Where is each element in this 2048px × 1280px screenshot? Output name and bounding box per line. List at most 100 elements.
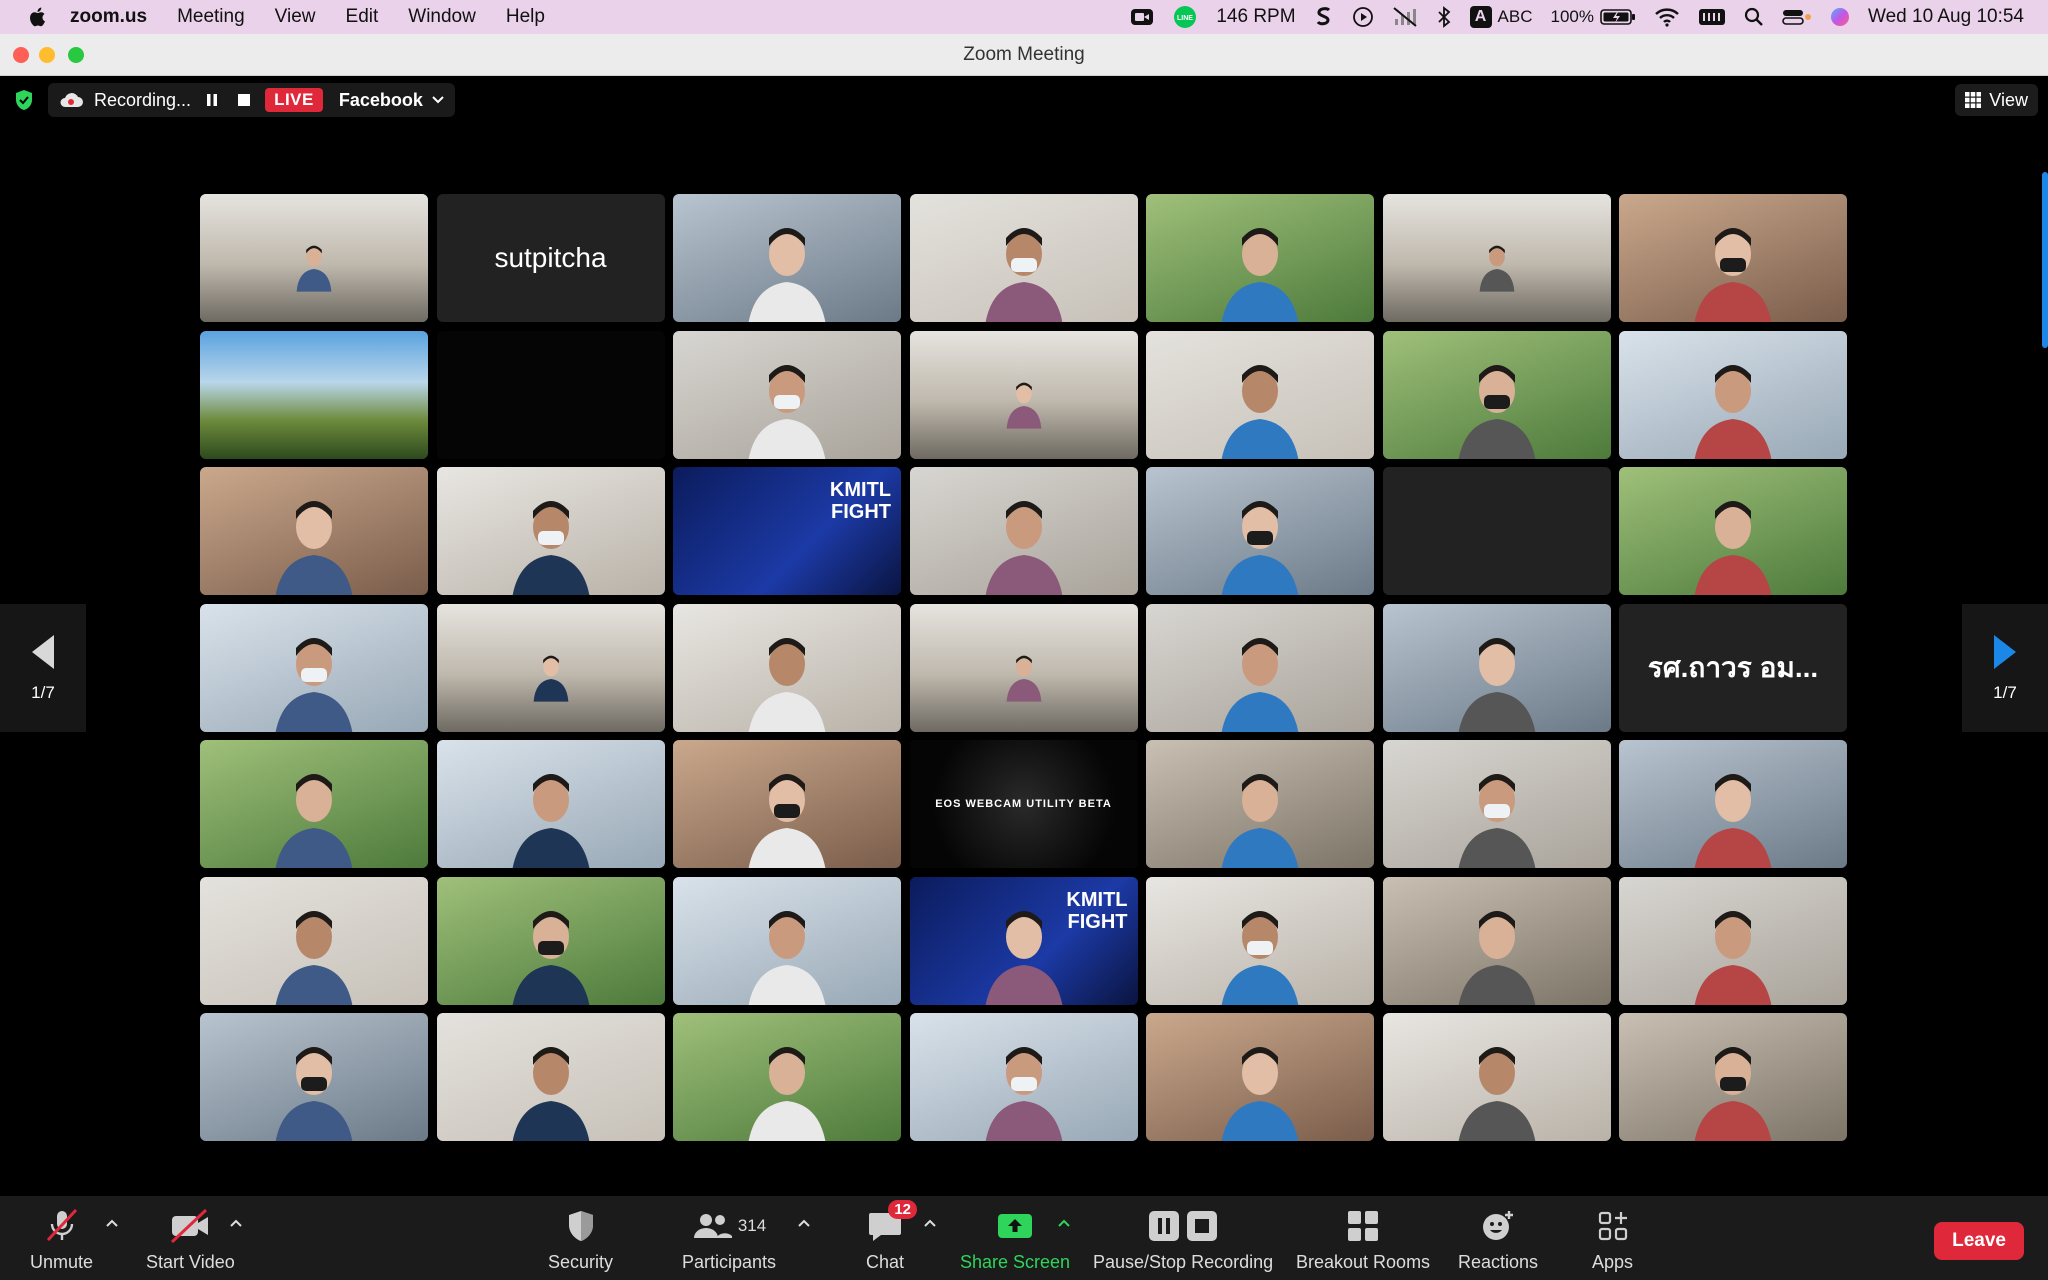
participant-video-tile[interactable] — [436, 740, 665, 868]
participant-video-tile[interactable] — [1382, 876, 1611, 1005]
wifi-icon[interactable] — [1654, 7, 1680, 27]
app-menu-zoom[interactable]: zoom.us — [70, 6, 147, 28]
share-screen-button[interactable]: Share Screen — [960, 1206, 1070, 1273]
participant-video-tile[interactable] — [909, 467, 1138, 595]
participant-video-tile[interactable] — [909, 330, 1138, 459]
chat-button[interactable]: 12 Chat — [866, 1200, 918, 1273]
menubar-clock[interactable]: Wed 10 Aug 10:54 — [1868, 6, 2024, 28]
participant-video-tile[interactable] — [1146, 194, 1374, 322]
participant-video-tile[interactable] — [436, 603, 665, 732]
minimize-window-button[interactable] — [39, 47, 55, 63]
participant-video-tile[interactable] — [1382, 1013, 1611, 1141]
participant-video-tile[interactable] — [200, 194, 428, 322]
participant-video-tile[interactable] — [200, 876, 428, 1005]
encryption-shield-icon[interactable] — [14, 89, 34, 111]
participant-video-tile[interactable] — [1619, 467, 1847, 595]
input-source-menu[interactable]: A ABC — [1469, 6, 1533, 28]
participant-video-tile[interactable] — [436, 330, 665, 459]
start-video-button[interactable]: Start Video — [146, 1206, 235, 1273]
live-badge[interactable]: LIVE — [265, 88, 323, 112]
participant-video-tile[interactable] — [1146, 1013, 1374, 1141]
participant-video-tile[interactable]: sutpitcha — [436, 194, 665, 322]
participant-video-tile[interactable] — [1619, 194, 1847, 322]
participant-video-tile[interactable] — [673, 740, 901, 868]
participant-video-tile[interactable]: EOS WEBCAM UTILITY BETA — [909, 740, 1138, 868]
scrobble-s-icon[interactable] — [1314, 6, 1334, 28]
pause-recording-button[interactable] — [201, 89, 223, 111]
participant-video-tile[interactable] — [436, 467, 665, 595]
participant-video-tile[interactable] — [200, 740, 428, 868]
participant-video-tile[interactable] — [1382, 740, 1611, 868]
keyboard-brightness-icon[interactable] — [1698, 7, 1726, 27]
fullscreen-window-button[interactable] — [68, 47, 84, 63]
participant-video-tile[interactable] — [909, 1013, 1138, 1141]
side-panel-handle[interactable] — [2042, 172, 2048, 348]
control-center-icon[interactable] — [1782, 7, 1812, 27]
breakout-rooms-button[interactable]: Breakout Rooms — [1296, 1206, 1430, 1273]
participants-button[interactable]: 314 Participants — [682, 1206, 776, 1273]
menu-help[interactable]: Help — [506, 6, 545, 28]
menu-meeting[interactable]: Meeting — [177, 6, 245, 28]
participant-video-tile[interactable] — [1382, 330, 1611, 459]
participant-video-tile[interactable] — [1146, 740, 1374, 868]
apple-icon[interactable] — [26, 5, 50, 29]
live-stream-target-dropdown[interactable]: Facebook — [339, 90, 445, 111]
play-circle-icon[interactable] — [1352, 6, 1374, 28]
participant-video-tile[interactable]: KMITL FIGHT — [673, 467, 901, 595]
participant-video-tile[interactable]: รศ.ถาวร อม... — [1619, 603, 1847, 732]
participant-video-tile[interactable] — [909, 603, 1138, 732]
video-options-caret-icon[interactable] — [228, 1216, 244, 1232]
share-options-caret-icon[interactable] — [1056, 1216, 1072, 1232]
video-camera-off-icon — [171, 1208, 209, 1244]
participant-video-tile[interactable] — [1619, 876, 1847, 1005]
participant-video-tile[interactable] — [436, 876, 665, 1005]
leave-button[interactable]: Leave — [1934, 1222, 2024, 1260]
battery-status[interactable]: 100% — [1551, 7, 1636, 27]
participant-video-tile[interactable] — [1619, 1013, 1847, 1141]
participant-video-tile[interactable] — [200, 467, 428, 595]
participant-video-tile[interactable] — [673, 194, 901, 322]
chat-options-caret-icon[interactable] — [922, 1216, 938, 1232]
participant-video-tile[interactable] — [1619, 740, 1847, 868]
siri-icon[interactable] — [1830, 7, 1850, 27]
zoom-video-status-icon[interactable] — [1130, 7, 1154, 27]
bluetooth-icon[interactable] — [1436, 6, 1452, 28]
line-app-icon[interactable]: LINE — [1172, 5, 1198, 29]
stop-recording-button[interactable] — [233, 89, 255, 111]
participant-video-tile[interactable] — [1382, 603, 1611, 732]
menu-window[interactable]: Window — [408, 6, 476, 28]
participant-video-tile[interactable] — [1146, 603, 1374, 732]
participant-video-tile[interactable] — [1619, 330, 1847, 459]
reactions-button[interactable]: Reactions — [1458, 1206, 1538, 1273]
previous-page-button[interactable]: 1/7 — [0, 604, 86, 732]
participant-video-tile[interactable]: KMITL FIGHT — [909, 876, 1138, 1005]
participant-video-tile[interactable] — [436, 1013, 665, 1141]
participant-video-tile[interactable] — [200, 603, 428, 732]
participant-video-tile[interactable] — [200, 1013, 428, 1141]
security-button[interactable]: Security — [548, 1206, 613, 1273]
view-button[interactable]: View — [1955, 84, 2038, 116]
pause-stop-recording-button[interactable]: Pause/Stop Recording — [1093, 1206, 1273, 1273]
participants-options-caret-icon[interactable] — [796, 1216, 812, 1232]
menu-edit[interactable]: Edit — [346, 6, 379, 28]
participant-video-tile[interactable] — [673, 330, 901, 459]
audio-options-caret-icon[interactable] — [104, 1216, 120, 1232]
participant-video-tile[interactable] — [200, 330, 428, 459]
close-window-button[interactable] — [13, 47, 29, 63]
participant-video-tile[interactable] — [909, 194, 1138, 322]
spotlight-search-icon[interactable] — [1744, 7, 1764, 27]
menu-view[interactable]: View — [275, 6, 316, 28]
apps-button[interactable]: Apps — [1592, 1206, 1633, 1273]
participant-silhouette — [1694, 228, 1772, 322]
participant-video-tile[interactable] — [1146, 876, 1374, 1005]
participant-video-tile[interactable] — [673, 876, 901, 1005]
participant-video-tile[interactable] — [673, 1013, 901, 1141]
participant-video-tile[interactable] — [1382, 194, 1611, 322]
next-page-button[interactable]: 1/7 — [1962, 604, 2048, 732]
bars-off-icon[interactable] — [1392, 6, 1418, 28]
participant-video-tile[interactable] — [673, 603, 901, 732]
participant-video-tile[interactable] — [1146, 467, 1374, 595]
participant-video-tile[interactable] — [1382, 467, 1611, 595]
unmute-button[interactable]: Unmute — [30, 1206, 93, 1273]
participant-video-tile[interactable] — [1146, 330, 1374, 459]
